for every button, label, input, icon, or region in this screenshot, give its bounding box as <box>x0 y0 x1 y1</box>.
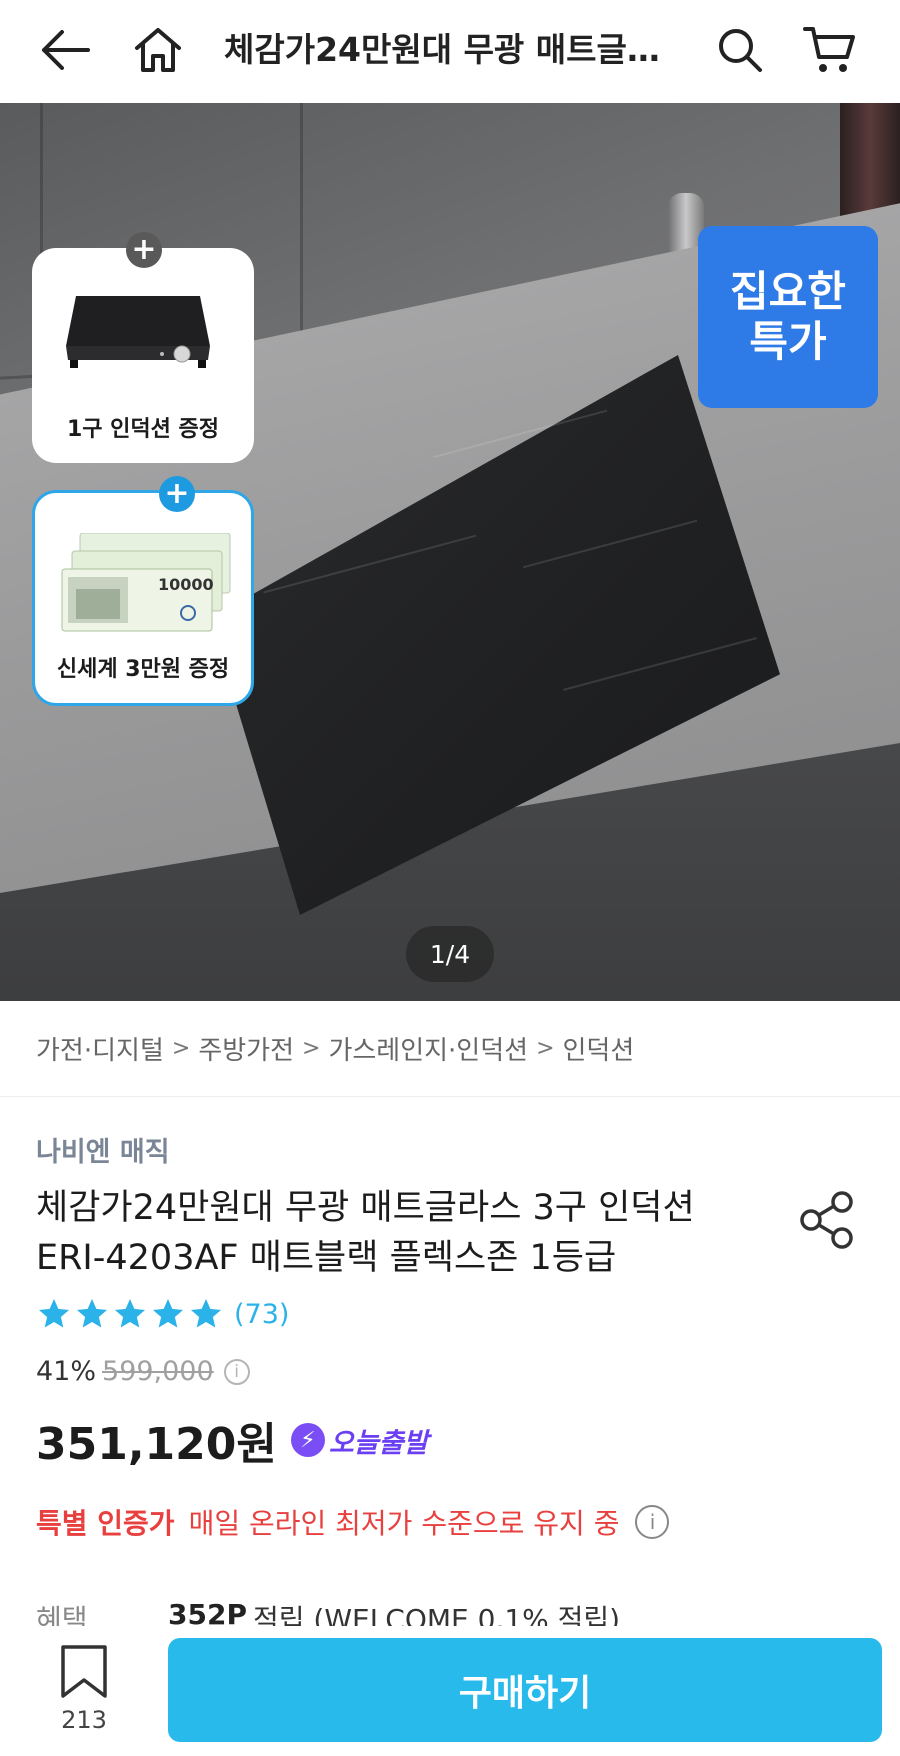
star-icon <box>115 1299 145 1328</box>
discount-row: 41% 599,000 i <box>36 1356 250 1387</box>
chevron-right-icon: > <box>302 1036 321 1061</box>
special-price-label: 특별 인증가 <box>36 1507 175 1540</box>
special-price-desc: 매일 온라인 최저가 수준으로 유지 중 <box>188 1507 620 1540</box>
gift-label: 신세계 3만원 증정 <box>56 657 230 682</box>
chevron-right-icon: > <box>171 1036 191 1061</box>
bookmark-icon <box>61 1645 107 1698</box>
breadcrumb: 가전·디지털 > 주방가전 > 가스레인지·인덕션 > 인덕션 <box>36 1030 634 1067</box>
product-title-line: 체감가24만원대 무광 매트글라스 3구 인덕션 <box>36 1188 695 1228</box>
star-icon <box>191 1299 221 1328</box>
brand-name[interactable]: 나비엔 매직 <box>36 1130 170 1169</box>
review-count[interactable]: (73) <box>234 1299 289 1330</box>
chevron-right-icon: > <box>536 1036 555 1061</box>
shipping-tag: ⚡ 오늘출발 <box>290 1421 429 1460</box>
plus-icon: + <box>159 476 195 512</box>
star-rating <box>36 1296 224 1332</box>
special-price-row: 특별 인증가 매일 온라인 최저가 수준으로 유지 중 i <box>36 1502 670 1542</box>
info-icon[interactable]: i <box>635 1505 670 1539</box>
badge-line1: 집요한 <box>730 267 846 316</box>
special-deal-badge: 집요한 특가 <box>698 226 878 408</box>
product-title-line: ERI-4203AF 매트블랙 플렉스존 1등급 <box>36 1238 617 1278</box>
star-icon <box>153 1299 183 1328</box>
breadcrumb-item[interactable]: 가전·디지털 <box>36 1030 164 1067</box>
star-icon <box>77 1299 107 1328</box>
breadcrumb-item[interactable]: 가스레인지·인덕션 <box>328 1030 528 1067</box>
page-title: 체감가24만원대 무광 매트글라스 3구 인덕션 ERI-4203AF 매트블랙… <box>224 30 674 69</box>
badge-line2: 특가 <box>749 317 827 366</box>
info-icon[interactable]: i <box>223 1358 250 1385</box>
discount-rate: 41% <box>36 1356 97 1387</box>
voucher-image: 10000 <box>50 532 240 643</box>
voucher-value: 10000 <box>158 575 214 594</box>
buy-button[interactable]: 구매하기 <box>168 1638 882 1742</box>
product-image-carousel[interactable]: 1구 인덕션 증정 + + 10000 신세계 3만원 증정 집요한 특가 1/… <box>0 103 900 1001</box>
cart-icon[interactable] <box>800 20 860 80</box>
shipping-label: 오늘출발 <box>328 1427 429 1459</box>
lightning-icon: ⚡ <box>290 1423 325 1457</box>
original-price: 599,000 <box>102 1356 214 1387</box>
bottom-action-bar: 213 구매하기 <box>0 1626 900 1756</box>
home-icon[interactable] <box>128 20 188 80</box>
search-icon[interactable] <box>710 20 770 80</box>
bookmark-button[interactable]: 213 <box>50 1644 118 1744</box>
gift-card-voucher[interactable]: + 10000 신세계 3만원 증정 <box>32 476 254 706</box>
share-icon[interactable] <box>798 1190 856 1250</box>
star-icon <box>39 1299 69 1328</box>
product-title: 체감가24만원대 무광 매트글라스 3구 인덕션 ERI-4203AF 매트블랙… <box>36 1183 756 1283</box>
back-arrow-icon[interactable] <box>36 20 96 80</box>
bookmark-count: 213 <box>61 1706 107 1734</box>
rating[interactable]: (73) <box>36 1296 289 1332</box>
top-bar: 체감가24만원대 무광 매트글라스 3구 인덕션 ERI-4203AF 매트블랙… <box>0 0 900 103</box>
plus-icon: + <box>126 232 162 268</box>
price-row: 351,120원 ⚡ 오늘출발 <box>36 1408 428 1472</box>
sale-price: 351,120원 <box>36 1419 277 1470</box>
divider <box>0 1096 900 1097</box>
image-pager: 1/4 <box>406 926 494 982</box>
breadcrumb-item[interactable]: 인덕션 <box>563 1030 635 1067</box>
gift-label: 1구 인덕션 증정 <box>66 417 220 442</box>
mini-cooktop-icon <box>66 296 210 368</box>
gift-card-induction[interactable]: 1구 인덕션 증정 <box>32 248 254 463</box>
breadcrumb-item[interactable]: 주방가전 <box>198 1030 294 1067</box>
